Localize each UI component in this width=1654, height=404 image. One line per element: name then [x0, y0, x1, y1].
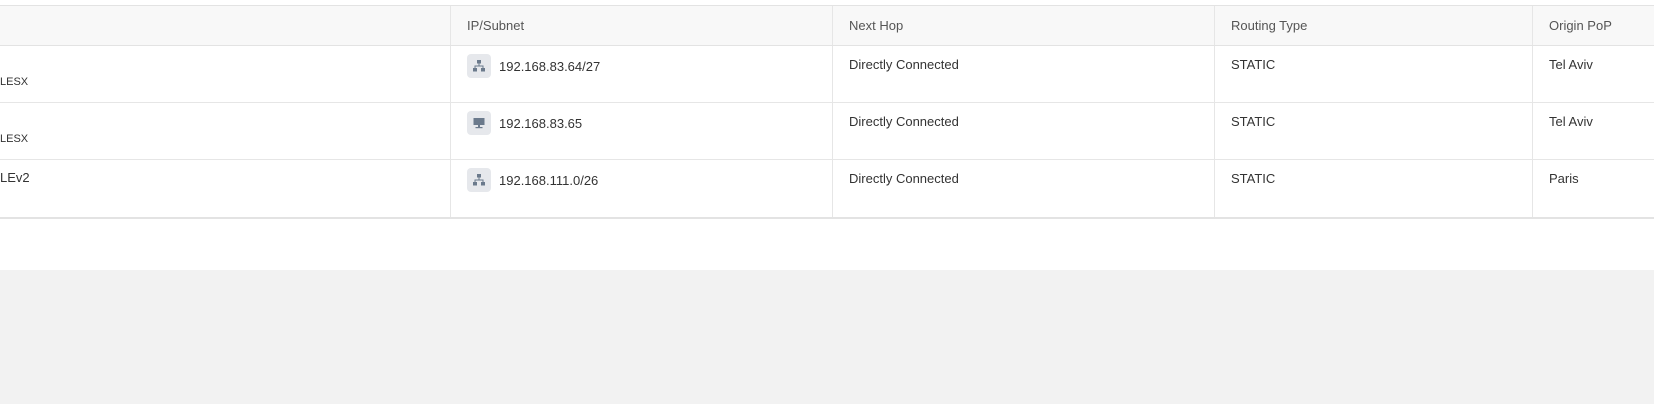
name-cell: LEv2	[0, 160, 451, 217]
next-hop-cell: Directly Connected	[833, 160, 1215, 217]
network-icon	[467, 54, 491, 78]
origin-pop-cell: Tel Aviv	[1549, 114, 1593, 129]
header-next-hop[interactable]: Next Hop	[833, 6, 1215, 45]
routes-panel: IP/Subnet Next Hop Routing Type Origin P…	[0, 0, 1654, 270]
origin-pop-cell: Tel Aviv	[1549, 57, 1593, 72]
name-cell: LESX	[0, 103, 451, 159]
header-ip-subnet[interactable]: IP/Subnet	[451, 6, 833, 45]
table-header-row: IP/Subnet Next Hop Routing Type Origin P…	[0, 6, 1654, 46]
ip-subnet-value[interactable]: 192.168.83.65	[499, 116, 582, 131]
header-origin-pop[interactable]: Origin PoP	[1533, 6, 1654, 45]
origin-pop-cell: Paris	[1549, 171, 1579, 186]
routes-table: IP/Subnet Next Hop Routing Type Origin P…	[0, 5, 1654, 219]
host-icon	[467, 111, 491, 135]
table-row[interactable]: LEv2 192.168.111.0/26 Directly Connected…	[0, 160, 1654, 217]
table-row[interactable]: LESX 192.168.83.64/27 Directly Connected…	[0, 46, 1654, 103]
ip-subnet-value[interactable]: 192.168.111.0/26	[499, 173, 598, 188]
next-hop-cell: Directly Connected	[833, 46, 1215, 102]
header-name[interactable]	[0, 6, 451, 45]
ip-cell: 192.168.83.64/27	[451, 46, 833, 102]
routing-type-cell: STATIC	[1215, 103, 1533, 159]
network-icon	[467, 168, 491, 192]
row-name: LEv2	[0, 170, 30, 185]
table-row[interactable]: LESX 192.168.83.65 Directly Connected ST…	[0, 103, 1654, 160]
row-name: LESX	[0, 133, 29, 145]
name-cell: LESX	[0, 46, 451, 102]
ip-subnet-value[interactable]: 192.168.83.64/27	[499, 59, 600, 74]
ip-cell: 192.168.83.65	[451, 103, 833, 159]
ip-cell: 192.168.111.0/26	[451, 160, 833, 217]
header-routing-type[interactable]: Routing Type	[1215, 6, 1533, 45]
row-name: LESX	[0, 76, 29, 88]
next-hop-cell: Directly Connected	[833, 103, 1215, 159]
routing-type-cell: STATIC	[1215, 46, 1533, 102]
routing-type-cell: STATIC	[1215, 160, 1533, 217]
